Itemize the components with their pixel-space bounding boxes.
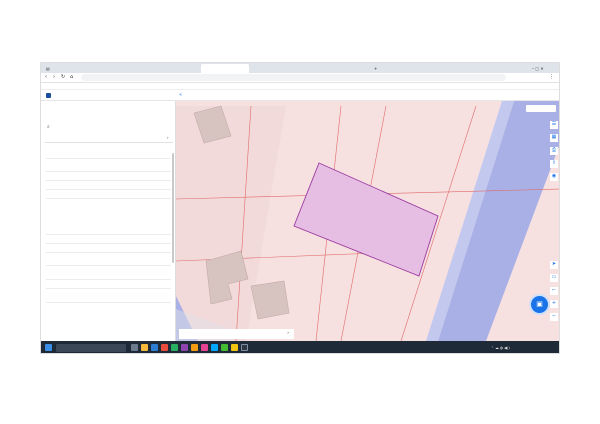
object-info-panel: ⌕ ›	[41, 101, 176, 341]
expand-chevron-icon: ›	[287, 331, 289, 336]
divider	[46, 252, 171, 253]
measure-icon[interactable]: ▭	[550, 274, 558, 282]
help-bar[interactable]: ›	[179, 329, 294, 339]
window-controls[interactable]: – ▢ ✕	[529, 64, 559, 73]
ruler-icon[interactable]: ⌐	[550, 287, 558, 295]
info-row	[46, 291, 171, 301]
divider	[46, 180, 171, 181]
building	[250, 280, 290, 320]
browser-tab-2[interactable]	[153, 64, 199, 73]
divider	[46, 189, 171, 190]
navigation-icon[interactable]: ➤	[550, 261, 558, 269]
zoom-out-icon[interactable]: −	[550, 313, 558, 321]
share-icon[interactable]: ⇪	[550, 160, 558, 168]
app-icon[interactable]	[211, 344, 218, 351]
app-icon[interactable]	[181, 344, 188, 351]
app-icon[interactable]	[191, 344, 198, 351]
divider	[46, 279, 171, 280]
tray-icons[interactable]: ⌃ ☁ ◍ ◀))	[491, 344, 510, 352]
app-icon[interactable]	[241, 344, 248, 351]
back-icon[interactable]: ‹	[45, 74, 47, 81]
bookmarks-bar	[41, 83, 559, 90]
app-icon[interactable]	[171, 344, 178, 351]
task-view-icon[interactable]	[131, 344, 138, 351]
site-logo-icon	[46, 93, 51, 98]
browser-tab-3[interactable]	[201, 64, 249, 73]
app-icon[interactable]	[201, 344, 208, 351]
file-explorer-icon[interactable]	[141, 344, 148, 351]
tab-bar: ▤ + – ▢ ✕	[41, 63, 559, 73]
chat-icon[interactable]: ▣	[531, 296, 548, 313]
divider	[46, 243, 171, 244]
filter-button[interactable]	[526, 105, 556, 112]
browser-tab-1[interactable]	[93, 64, 129, 73]
divider	[46, 234, 171, 235]
info-row	[46, 268, 171, 278]
info-row	[46, 255, 171, 264]
reload-icon[interactable]: ↻	[61, 74, 65, 81]
browser-window: ▤ + – ▢ ✕ ‹ › ↻ ⌂ ⋮ « ⌕ › ☰ ▦ ⎙ ⇪ ◉ ➤ ▭ …	[40, 62, 560, 354]
edge-icon[interactable]	[151, 344, 158, 351]
forward-icon[interactable]: ›	[53, 74, 55, 81]
print-icon[interactable]: ⎙	[550, 147, 558, 155]
divider	[46, 171, 171, 172]
app-icon[interactable]	[161, 344, 168, 351]
map-canvas[interactable]	[176, 101, 560, 341]
browser-tab-5[interactable]	[307, 64, 373, 73]
divider	[46, 265, 171, 266]
divider	[46, 158, 171, 159]
browser-tab-4[interactable]	[251, 64, 307, 73]
address-input[interactable]	[81, 74, 506, 81]
divider	[46, 288, 171, 289]
address-bar-row: ‹ › ↻ ⌂ ⋮	[41, 73, 559, 83]
search-icon[interactable]: ⌕	[47, 124, 50, 130]
home-icon[interactable]: ⌂	[70, 74, 73, 81]
app-icon[interactable]	[221, 344, 228, 351]
info-row-address	[46, 201, 171, 229]
basemap-icon[interactable]: ▦	[550, 134, 558, 142]
browser-taskbar-icon[interactable]	[231, 344, 238, 351]
taskbar-search-input[interactable]	[56, 344, 126, 352]
divider	[46, 302, 171, 303]
tabs-more-icon[interactable]: ›	[167, 134, 169, 141]
panel-scrollbar[interactable]	[172, 153, 174, 263]
menu-icon[interactable]: ⋮	[549, 74, 554, 81]
zoom-in-icon[interactable]: +	[550, 300, 558, 308]
browser-tab-0[interactable]	[57, 64, 93, 73]
location-icon[interactable]: ◉	[550, 173, 558, 181]
collapse-panel-icon[interactable]: «	[179, 92, 182, 99]
divider	[46, 198, 171, 199]
new-tab-button[interactable]: +	[371, 64, 385, 73]
windows-taskbar: ⌃ ☁ ◍ ◀))	[41, 341, 559, 353]
info-row	[46, 148, 171, 157]
layers-icon[interactable]: ☰	[550, 121, 558, 129]
windows-start-icon[interactable]	[45, 344, 52, 351]
panel-tabs: ›	[45, 134, 173, 143]
cadastral-map[interactable]: ☰ ▦ ⎙ ⇪ ◉ ➤ ▭ ⌐ + − ▣ ›	[176, 101, 560, 341]
site-header: «	[41, 90, 559, 101]
info-row	[46, 161, 171, 170]
